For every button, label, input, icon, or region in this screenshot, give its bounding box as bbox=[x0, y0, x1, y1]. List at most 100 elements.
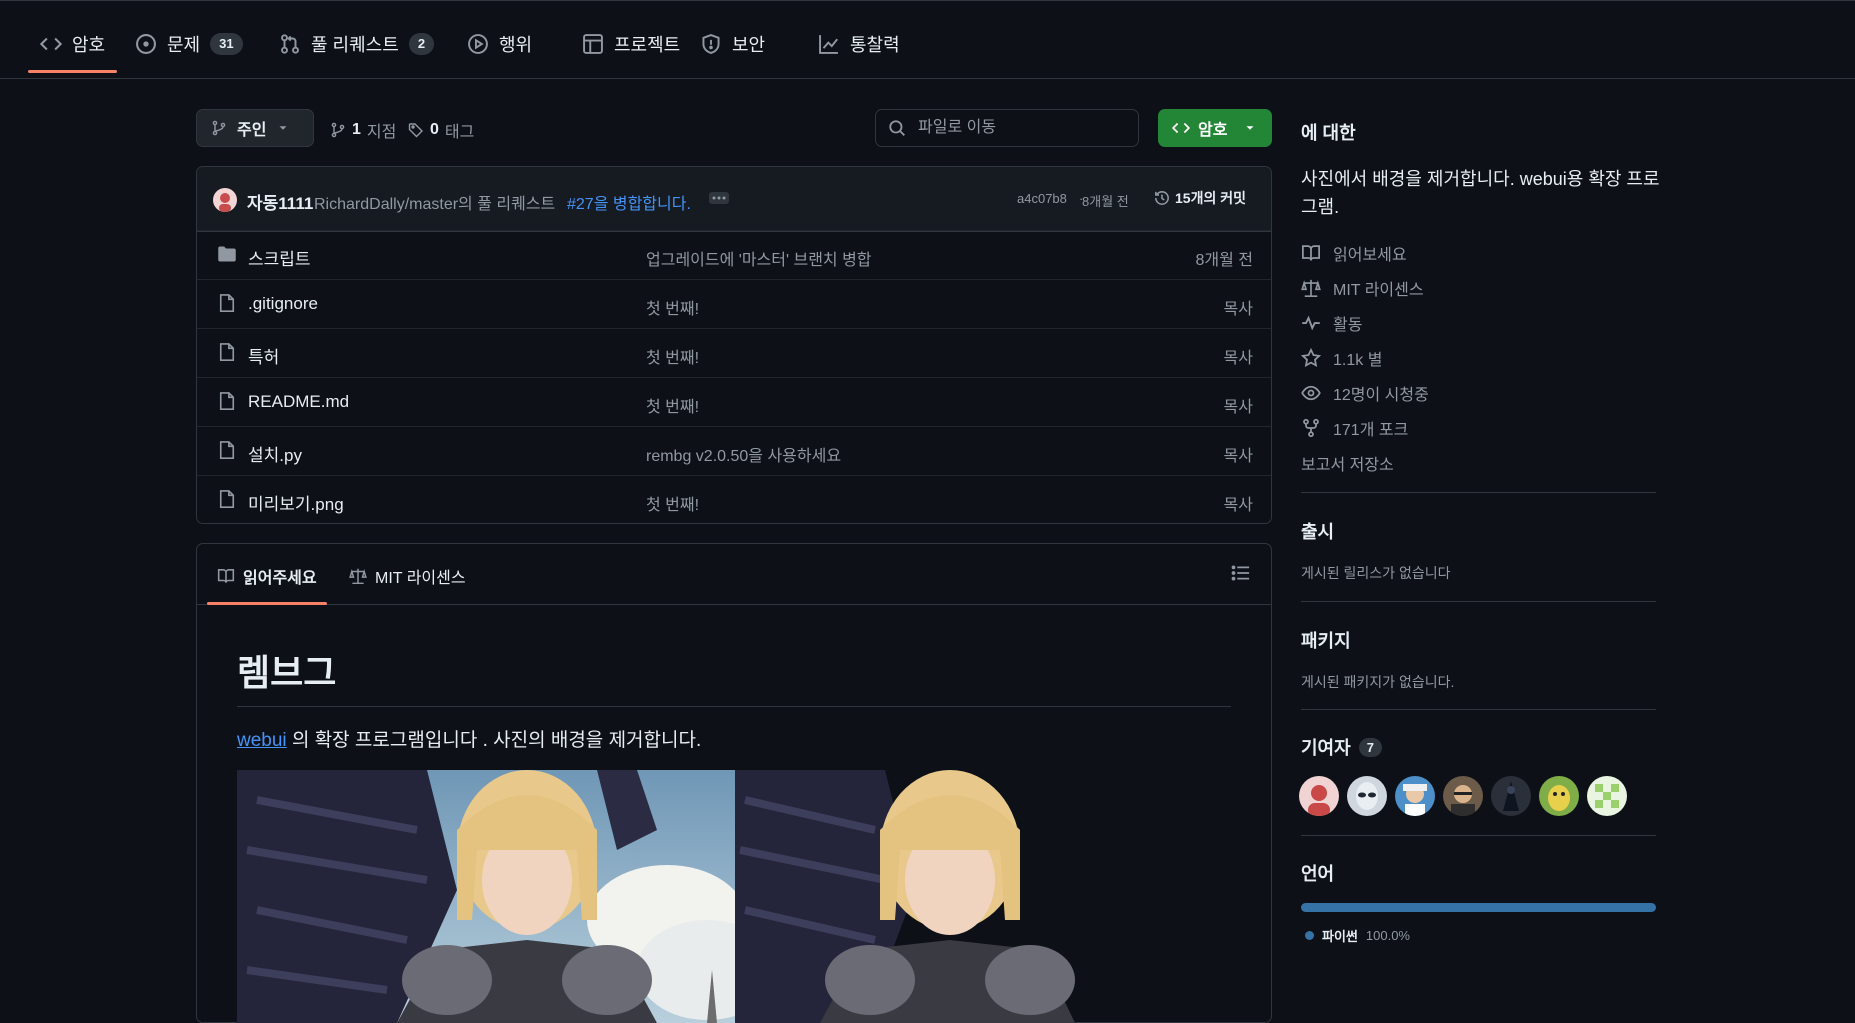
tags-link[interactable]: 0 태그 bbox=[408, 118, 474, 142]
file-name[interactable]: .gitignore bbox=[248, 294, 318, 314]
sidebar-item-activity[interactable]: 활동 bbox=[1301, 311, 1362, 335]
fork-icon bbox=[1301, 418, 1321, 438]
folder-icon bbox=[217, 244, 237, 264]
file-commit-message[interactable]: 첫 번째! bbox=[646, 393, 699, 417]
branch-icon bbox=[211, 120, 227, 136]
table-row[interactable]: 미리보기.png 첫 번째! 목사 bbox=[197, 475, 1271, 523]
tab-code[interactable]: 암호 bbox=[27, 31, 118, 73]
commit-author[interactable]: 자동1111 bbox=[247, 189, 313, 214]
file-commit-message[interactable]: 첫 번째! bbox=[646, 295, 699, 319]
tab-readme[interactable]: 읽어주세요 bbox=[207, 564, 327, 605]
play-icon bbox=[467, 33, 489, 55]
file-name[interactable]: 스크립트 bbox=[248, 245, 311, 270]
file-name[interactable]: 특허 bbox=[248, 343, 279, 368]
sidebar-item-forks[interactable]: 171개 포크 bbox=[1301, 416, 1408, 440]
tab-license[interactable]: MIT 라이센스 bbox=[349, 564, 466, 588]
commit-message[interactable]: RichardDally/master의 풀 리퀘스트 bbox=[314, 190, 555, 214]
code-icon bbox=[40, 33, 62, 55]
branch-select-button[interactable]: 주인 bbox=[196, 109, 314, 147]
sidebar-item-label: 1.1k 별 bbox=[1333, 352, 1383, 369]
latest-commit-bar: 자동1111 RichardDally/master의 풀 리퀘스트 #27을 … bbox=[197, 167, 1271, 232]
table-row[interactable]: 스크립트 업그레이드에 '마스터' 브랜치 병합 8개월 전 bbox=[197, 230, 1271, 279]
code-icon bbox=[1172, 119, 1190, 137]
file-age: 목사 bbox=[1223, 350, 1253, 367]
branch-name: 주인 bbox=[237, 122, 267, 139]
table-row[interactable]: .gitignore 첫 번째! 목사 bbox=[197, 279, 1271, 328]
releases-title[interactable]: 출시 bbox=[1301, 518, 1334, 544]
expand-commit-button[interactable] bbox=[709, 192, 729, 204]
webui-link[interactable]: webui bbox=[237, 730, 287, 751]
code-dropdown-button[interactable]: 암호 bbox=[1158, 109, 1272, 147]
tags-label: 태그 bbox=[444, 124, 475, 141]
issue-icon bbox=[135, 33, 157, 55]
repo-description: 사진에서 배경을 제거합니다. webui용 확장 프로그램. bbox=[1301, 169, 1660, 217]
tab-insights-label: 통찰력 bbox=[850, 35, 900, 55]
avatar[interactable] bbox=[1299, 776, 1339, 816]
sidebar-item-label: 12명이 시청중 bbox=[1333, 387, 1429, 404]
report-label: 보고서 저장소 bbox=[1301, 457, 1394, 474]
history-icon bbox=[1153, 189, 1171, 207]
tag-icon bbox=[408, 122, 424, 138]
avatar[interactable] bbox=[213, 188, 237, 212]
tab-projects[interactable]: 프로젝트 bbox=[582, 31, 680, 71]
file-commit-message[interactable]: 첫 번째! bbox=[646, 491, 699, 515]
file-name[interactable]: 미리보기.png bbox=[248, 490, 344, 515]
sidebar-item-label: 읽어보세요 bbox=[1333, 247, 1407, 264]
sidebar-item-watchers[interactable]: 12명이 시청중 bbox=[1301, 381, 1429, 405]
pull-request-link[interactable]: #27을 병합합니다. bbox=[567, 190, 691, 214]
language-name: 파이썬 bbox=[1322, 929, 1358, 944]
tab-security[interactable]: 보안 bbox=[700, 31, 765, 71]
file-icon bbox=[217, 440, 237, 460]
divider bbox=[1301, 601, 1656, 602]
readme-title: 렘브그 bbox=[237, 652, 337, 693]
avatar[interactable] bbox=[1347, 776, 1387, 816]
table-row[interactable]: 설치.py rembg v2.0.50을 사용하세요 목사 bbox=[197, 426, 1271, 475]
avatar[interactable] bbox=[1491, 776, 1531, 816]
sidebar-item-stars[interactable]: 1.1k 별 bbox=[1301, 346, 1382, 370]
language-item-python[interactable]: 파이썬 100.0% bbox=[1305, 926, 1410, 945]
table-row[interactable]: README.md 첫 번째! 목사 bbox=[197, 377, 1271, 426]
law-icon bbox=[1301, 278, 1321, 298]
language-color-dot bbox=[1305, 931, 1314, 940]
file-name[interactable]: 설치.py bbox=[248, 441, 302, 466]
go-to-file-search[interactable] bbox=[875, 109, 1139, 147]
branches-count: 1 bbox=[352, 121, 361, 138]
avatar[interactable] bbox=[1539, 776, 1579, 816]
book-icon bbox=[1301, 243, 1321, 263]
readme-tabs: 읽어주세요 MIT 라이센스 bbox=[197, 544, 1271, 605]
sidebar-item-readme[interactable]: 읽어보세요 bbox=[1301, 241, 1407, 265]
divider bbox=[1301, 492, 1656, 493]
sidebar-item-license[interactable]: MIT 라이센스 bbox=[1301, 276, 1424, 300]
tab-pull-requests[interactable]: 풀 리퀘스트 2 bbox=[279, 31, 435, 71]
file-commit-message[interactable]: rembg v2.0.50을 사용하세요 bbox=[646, 442, 841, 466]
avatar[interactable] bbox=[1587, 776, 1627, 816]
tab-actions[interactable]: 행위 bbox=[467, 31, 532, 71]
file-table: 자동1111 RichardDally/master의 풀 리퀘스트 #27을 … bbox=[196, 166, 1272, 524]
commit-count: 15개의 커밋 bbox=[1175, 190, 1246, 206]
file-icon bbox=[217, 391, 237, 411]
list-icon[interactable] bbox=[1231, 563, 1251, 583]
commit-hash[interactable]: a4c07b8 bbox=[1017, 191, 1067, 206]
pull-requests-count-badge: 2 bbox=[408, 33, 435, 55]
contributors-heading[interactable]: 기여자 7 bbox=[1301, 734, 1382, 760]
search-input[interactable] bbox=[916, 118, 1120, 138]
file-age: 목사 bbox=[1223, 497, 1253, 514]
file-icon bbox=[217, 342, 237, 362]
tab-pull-requests-label: 풀 리퀘스트 bbox=[311, 35, 399, 55]
tab-insights[interactable]: 통찰력 bbox=[818, 31, 900, 71]
report-repository-link[interactable]: 보고서 저장소 bbox=[1301, 451, 1394, 475]
packages-title[interactable]: 패키지 bbox=[1301, 627, 1351, 653]
commit-history-link[interactable]: 15개의 커밋 bbox=[1153, 188, 1246, 208]
language-bar-fill-python bbox=[1301, 903, 1656, 912]
branches-link[interactable]: 1 지점 bbox=[330, 118, 396, 142]
avatar[interactable] bbox=[1443, 776, 1483, 816]
tab-issues[interactable]: 문제 31 bbox=[135, 31, 243, 71]
avatar[interactable] bbox=[1395, 776, 1435, 816]
table-row[interactable]: 특허 첫 번째! 목사 bbox=[197, 328, 1271, 377]
file-age: 목사 bbox=[1223, 448, 1253, 465]
about-title: 에 대한 bbox=[1301, 123, 1356, 143]
file-name[interactable]: README.md bbox=[248, 392, 349, 412]
law-icon bbox=[349, 567, 367, 585]
file-commit-message[interactable]: 업그레이드에 '마스터' 브랜치 병합 bbox=[646, 246, 872, 270]
file-commit-message[interactable]: 첫 번째! bbox=[646, 344, 699, 368]
